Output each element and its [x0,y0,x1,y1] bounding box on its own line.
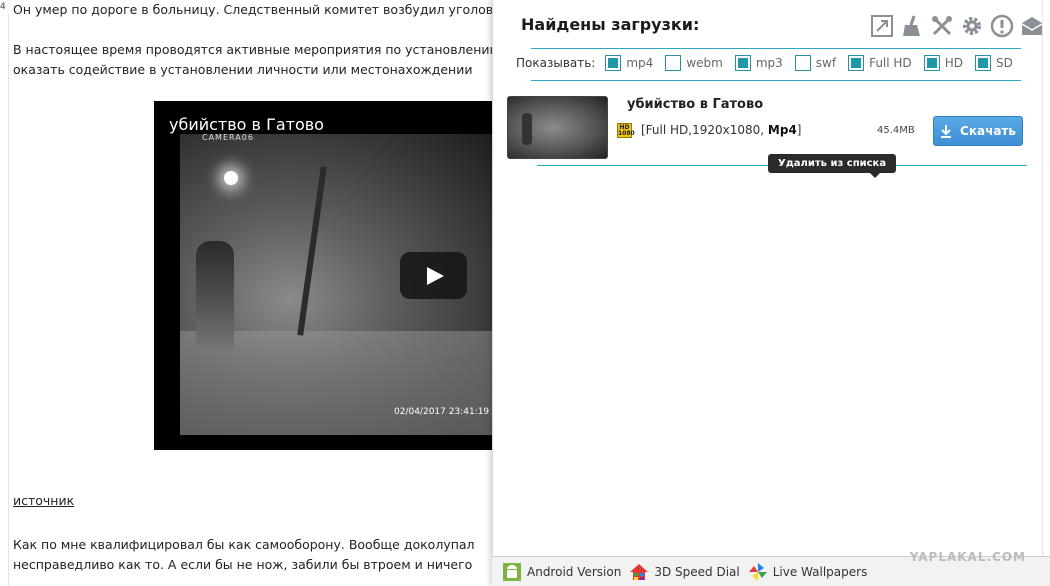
filter-full-hd-label: Full HD [869,56,912,70]
panel-toolbar [869,13,1045,39]
tools-icon[interactable] [929,13,955,39]
remove-tooltip: Удалить из списка [768,154,897,178]
video-light [224,171,238,185]
download-button-label: Скачать [960,124,1016,138]
gear-icon[interactable] [959,13,985,39]
video-title[interactable]: убийство в Гатово [169,115,324,134]
filter-webm-checkbox[interactable] [665,55,682,71]
filter-sd-checkbox[interactable] [974,55,991,71]
video-player[interactable]: убийство в Гатово CAMERA06 02/04/2017 23… [154,101,492,450]
thumbnail-figure [522,113,532,145]
filter-sd-label: SD [995,56,1013,70]
video-camera-label: CAMERA06 [202,133,254,142]
left-divider [8,14,9,586]
play-button[interactable] [400,252,467,299]
item-format: Mp4 [767,123,797,137]
filter-hd-label: HD [944,56,963,70]
panel-title: Найдены загрузки: [521,15,700,34]
alert-icon[interactable] [989,13,1015,39]
item-meta: [Full HD,1920x1080, Mp4] [641,123,801,137]
speed-dial-link[interactable]: 3D Speed Dial [629,562,740,582]
filter-mp3-label: mp3 [755,56,783,70]
filters-label: Показывать: [516,56,596,70]
format-filters: Показывать: mp4 webm mp3 swf Full HD HD … [516,53,1025,73]
filter-mp3-checkbox[interactable] [734,55,751,71]
filter-mp4-label: mp4 [626,56,654,70]
filter-full-hd[interactable]: Full HD [848,55,912,71]
source-link[interactable]: источник [13,493,74,508]
filter-swf-checkbox[interactable] [794,55,811,71]
live-wallpapers-label: Live Wallpapers [772,564,868,579]
pinwheel-icon [748,562,767,581]
filter-webm[interactable]: webm [665,55,723,71]
filter-swf[interactable]: swf [794,55,837,71]
filter-hd[interactable]: HD [923,55,963,71]
filter-mp4-checkbox[interactable] [605,55,622,71]
house-icon [630,563,649,580]
item-title: убийство в Гатово [627,97,764,112]
download-button[interactable]: Скачать [933,116,1023,146]
article-line-4: Как по мне квалифицировал бы как самообо… [13,537,475,552]
filter-swf-label: swf [815,56,837,70]
android-version-link[interactable]: Android Version [502,562,621,582]
filter-mp3[interactable]: mp3 [734,55,783,71]
android-version-label: Android Version [527,564,622,579]
filter-webm-label: webm [686,56,723,70]
item-meta-suffix: ] [796,123,802,137]
item-thumbnail[interactable] [507,96,608,159]
filters-divider [531,80,1021,81]
article-line-1: Он умер по дороге в больницу. Следственн… [13,2,517,17]
item-meta-prefix: [Full HD,1920x1080, [641,123,768,137]
article-line-2: В настоящее время проводятся активные ме… [13,42,501,57]
download-arrow-icon [941,124,952,138]
expand-icon[interactable] [869,13,895,39]
article-line-5: несправедливо как то. А если бы не нож, … [13,557,473,572]
android-icon [503,562,521,581]
filter-hd-checkbox[interactable] [923,55,940,71]
site-watermark: YAPLAKAL.COM [909,550,1026,564]
broom-icon[interactable] [899,13,925,39]
item-size: 45.4MB [877,125,915,136]
filter-full-hd-checkbox[interactable] [848,55,865,71]
video-person [196,241,234,351]
speed-dial-label: 3D Speed Dial [654,564,740,579]
video-timestamp: 02/04/2017 23:41:19 [394,407,490,417]
download-item: убийство в Гатово HD 1080 [Full HD,1920x1… [507,96,1027,162]
downloads-panel: Найдены загрузки: Показывать: mp4 webm m… [492,0,1045,586]
top-divider [531,48,1021,49]
filter-mp4[interactable]: mp4 [605,55,653,71]
hd-1080-icon: HD 1080 [617,123,635,138]
page-scrollbar[interactable] [1042,0,1050,556]
filter-sd[interactable]: SD [974,55,1013,71]
live-wallpapers-link[interactable]: Live Wallpapers [748,562,868,582]
comment-number: 4 [0,2,6,12]
article-line-3: оказать содействие в установлении личнос… [13,62,473,77]
